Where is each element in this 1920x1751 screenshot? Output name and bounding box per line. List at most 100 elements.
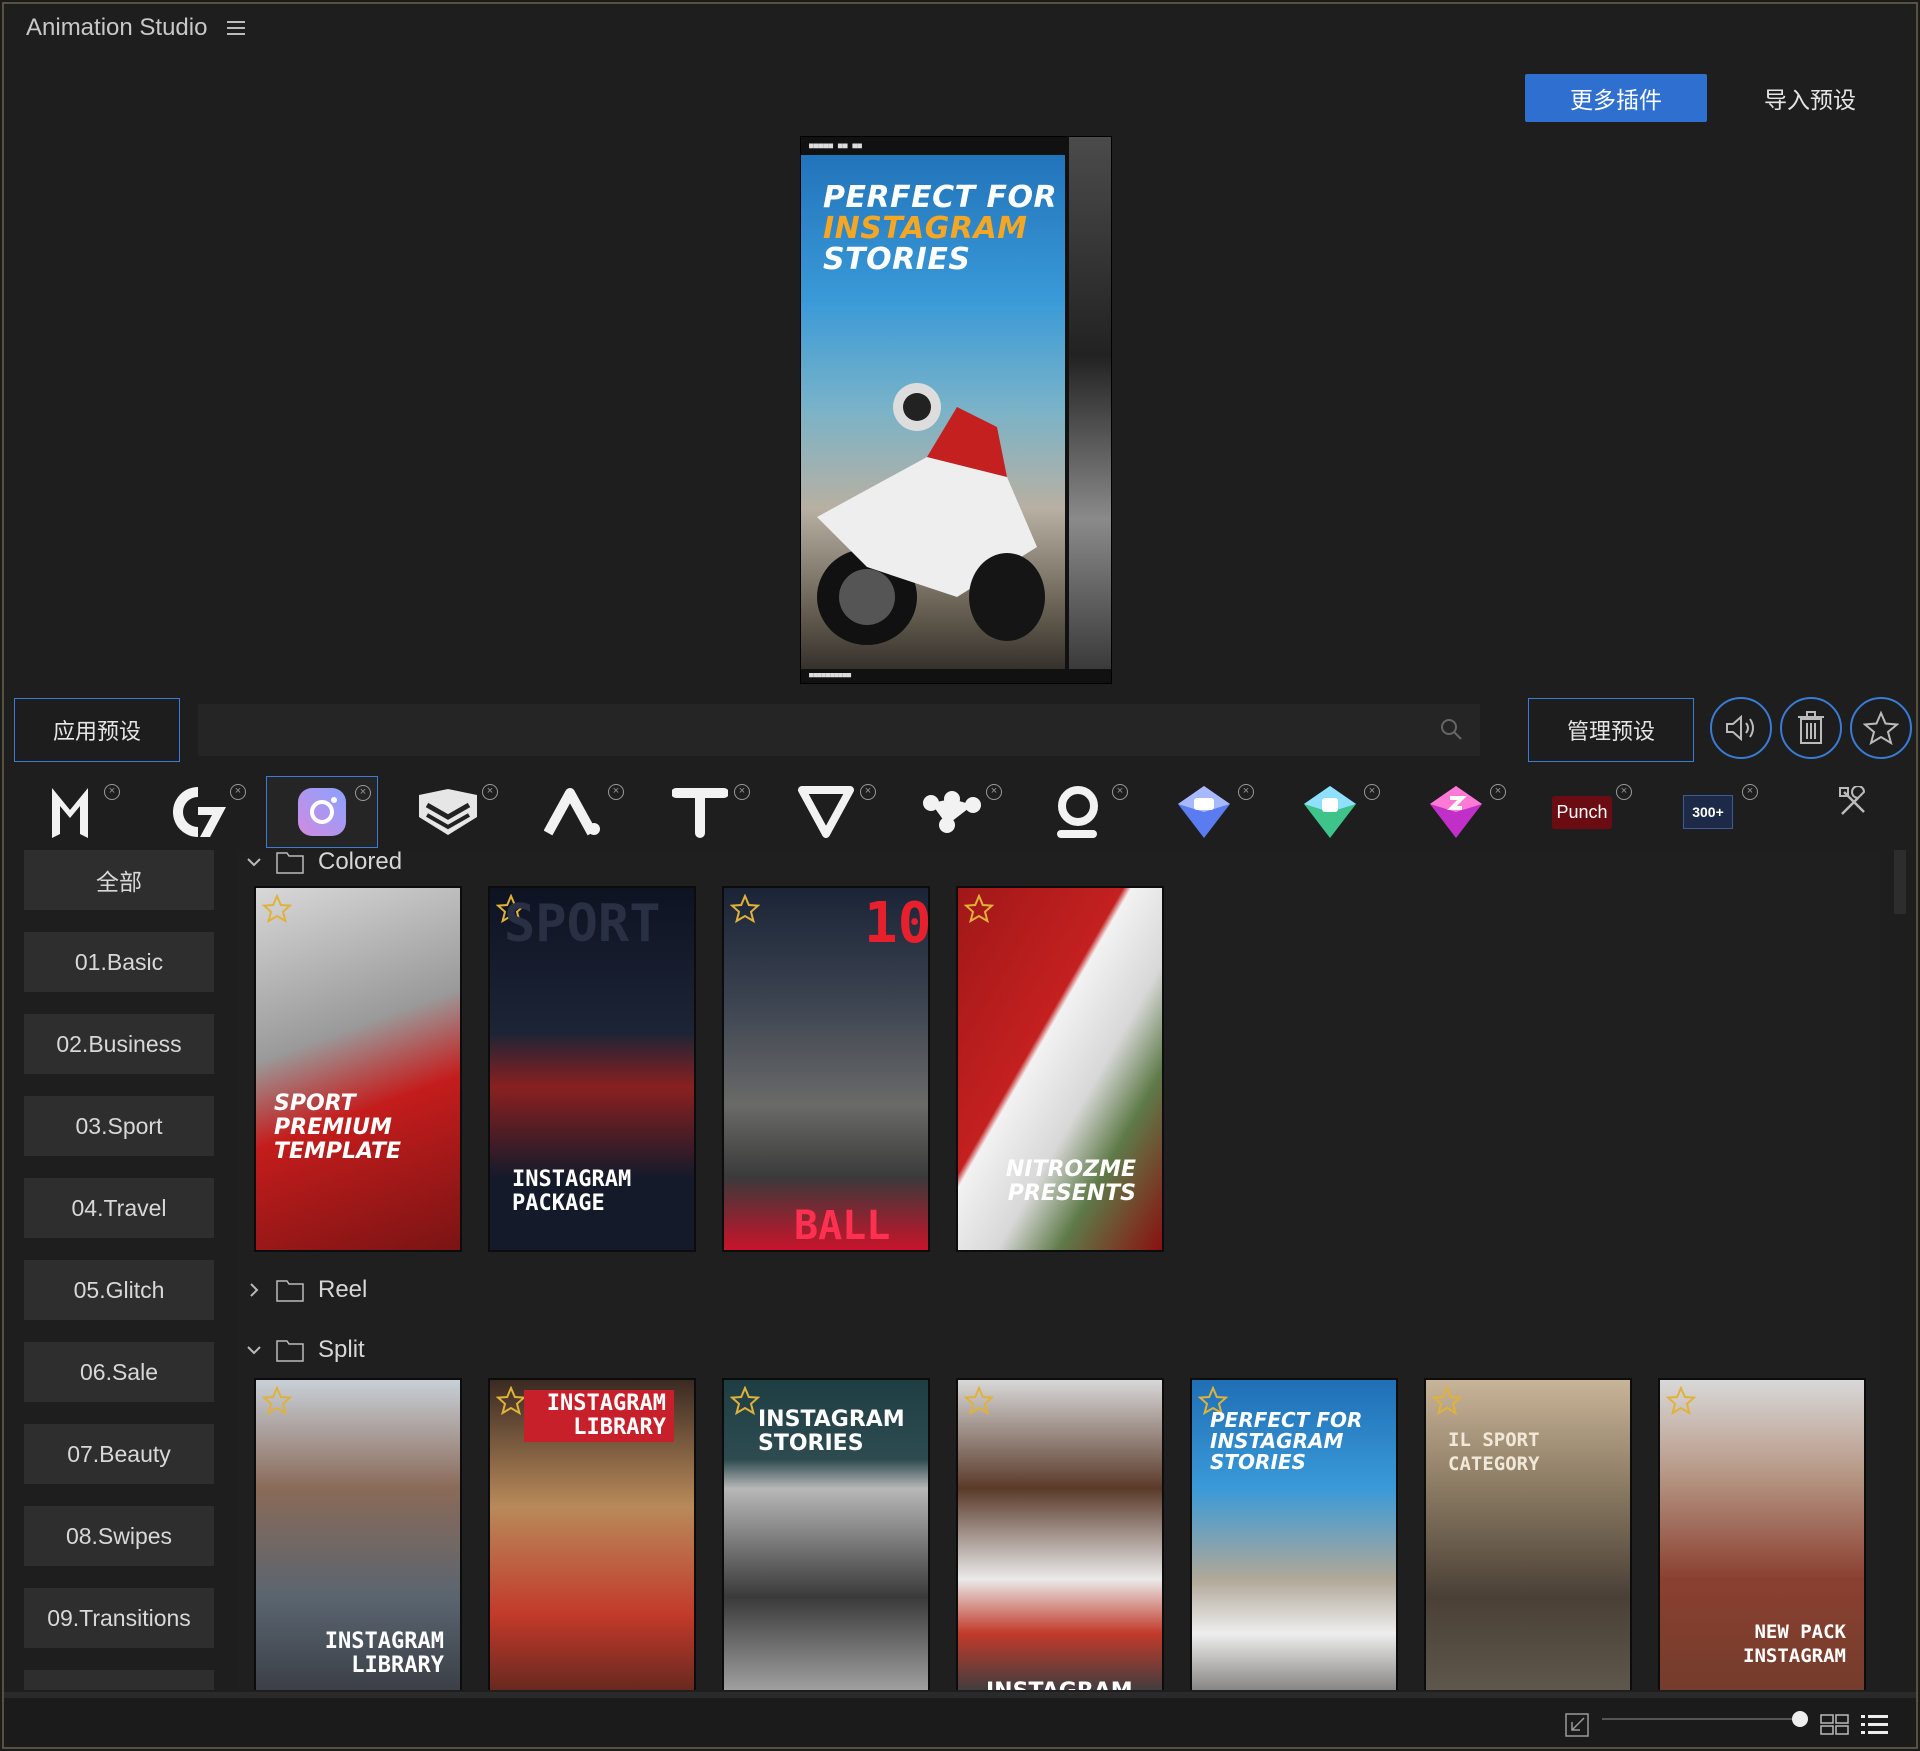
category-sport[interactable]: 03.Sport [24,1096,214,1156]
category-sale[interactable]: 06.Sale [24,1342,214,1402]
folder-reel[interactable]: Reel [246,1270,367,1310]
list-view-icon[interactable] [1860,1712,1890,1736]
thumbnail-caption: INSTAGRAM PACKAGE [512,1167,632,1216]
preset-thumbnail[interactable]: IL SPORT CATEGORY [1424,1378,1632,1690]
remove-plugin-icon[interactable]: × [1616,784,1632,800]
settings-tools-icon[interactable] [1838,786,1870,818]
plugin-green-gem[interactable]: × [1274,776,1386,848]
plugin-300[interactable]: 300+ × [1652,776,1764,848]
category-business[interactable]: 02.Business [24,1014,214,1074]
plugin-t[interactable]: × [644,776,756,848]
thumbnail-caption: BALL [794,1203,891,1249]
category-transitions[interactable]: 09.Transitions [24,1588,214,1648]
star-icon[interactable] [730,1386,760,1416]
preset-thumbnail[interactable]: 10 BALL [722,886,930,1252]
remove-plugin-icon[interactable]: × [104,784,120,800]
delete-button[interactable] [1780,697,1842,759]
star-icon[interactable] [1432,1386,1462,1416]
search-input[interactable] [198,704,1480,756]
preset-thumbnail[interactable]: INSTAGRAMSTORIES [722,1378,930,1690]
remove-plugin-icon[interactable]: × [1238,784,1254,800]
volume-button[interactable] [1710,697,1772,759]
scrollbar-thumb[interactable] [1894,850,1906,914]
thumbnail-caption: INSTAGRAM LIBRARY [324,1629,444,1678]
folder-icon [276,1340,304,1362]
remove-plugin-icon[interactable]: × [734,784,750,800]
plugin-e[interactable]: × [140,776,252,848]
preset-thumbnail[interactable]: PERFECT FOR INSTAGRAM STORIES [1190,1378,1398,1690]
thumbnail-caption: INSTAGRAM LIBRARY [524,1390,674,1442]
plugin-a[interactable]: × [518,776,630,848]
preset-thumbnail[interactable]: NEW PACK INSTAGRAM [1658,1378,1866,1690]
category-swipes[interactable]: 08.Swipes [24,1506,214,1566]
preset-thumbnail[interactable]: INSTAGRAM LIBRARY [488,1378,696,1690]
volume-icon [1726,714,1754,742]
folder-icon [276,852,304,874]
remove-plugin-icon[interactable]: × [230,784,246,800]
search-icon[interactable] [1440,718,1462,740]
category-beauty[interactable]: 07.Beauty [24,1424,214,1484]
preset-thumbnail[interactable]: NITROZME PRESENTS [956,886,1164,1252]
plugin-q[interactable]: × [1022,776,1134,848]
preset-thumbnail[interactable]: INSTAGRAM LIBRARY [254,1378,462,1690]
remove-plugin-icon[interactable]: × [986,784,1002,800]
star-icon[interactable] [730,894,760,924]
remove-plugin-icon[interactable]: × [1742,784,1758,800]
more-plugins-button[interactable]: 更多插件 [1525,74,1707,122]
category-basic[interactable]: 01.Basic [24,932,214,992]
thumbnail-caption: INSTAGRAMSTORIES [986,1680,1133,1691]
plugin-blue-gem[interactable]: × [1148,776,1260,848]
preset-browser: Colored SPORT PREMIUM TEMPLATE SPORT INSTA… [238,850,1880,1690]
category-background[interactable]: 10.Background [24,1670,214,1690]
folder-split[interactable]: Split [246,1330,365,1370]
favorite-button[interactable] [1850,697,1912,759]
thumbnail-size-slider[interactable] [1602,1711,1808,1727]
star-icon[interactable] [1666,1386,1696,1416]
plugin-chevron-badge[interactable]: × [392,776,504,848]
plugin-v[interactable]: × [770,776,882,848]
star-icon[interactable] [262,1386,292,1416]
remove-plugin-icon[interactable]: × [355,785,371,801]
content-scrollbar[interactable] [1894,850,1908,1690]
preview-headline-line3: STORIES [823,242,971,277]
preset-thumbnail[interactable]: SPORT INSTAGRAM PACKAGE [488,886,696,1252]
chevron-right-icon[interactable] [246,1282,262,1298]
folder-colored[interactable]: Colored [246,850,402,882]
blue-gem-logo-icon [1178,786,1230,838]
chevron-down-icon[interactable] [246,1342,262,1358]
remove-plugin-icon[interactable]: × [608,784,624,800]
search-bar [198,704,1480,756]
hamburger-menu-icon[interactable] [227,21,246,35]
category-glitch[interactable]: 05.Glitch [24,1260,214,1320]
remove-plugin-icon[interactable]: × [1490,784,1506,800]
apply-preset-button[interactable]: 应用预设 [14,698,180,762]
punch-logo-label: Punch [1552,795,1612,829]
plugin-pink-gem[interactable]: × [1400,776,1512,848]
remove-plugin-icon[interactable]: × [1364,784,1380,800]
folder-split-label: Split [318,1336,365,1363]
fit-view-icon[interactable] [1564,1712,1590,1738]
preview-bottombar: ■■■■■■■■■■ [801,669,1111,683]
remove-plugin-icon[interactable]: × [860,784,876,800]
grid-view-icon[interactable] [1820,1712,1850,1736]
preset-thumbnail[interactable]: SPORT PREMIUM TEMPLATE [254,886,462,1252]
import-presets-button[interactable]: 导入预设 [1740,74,1880,122]
plugin-m[interactable]: × [14,776,126,848]
motorcycle-image [817,383,1045,645]
manage-presets-button[interactable]: 管理预设 [1528,698,1694,762]
plugin-dots[interactable]: × [896,776,1008,848]
chevron-down-icon[interactable] [246,854,262,870]
star-icon[interactable] [496,1386,526,1416]
green-gem-logo-icon [1304,786,1356,838]
plugin-punch[interactable]: Punch × [1526,776,1638,848]
plugin-instagram[interactable]: × [266,776,378,848]
slider-knob[interactable] [1792,1711,1808,1727]
remove-plugin-icon[interactable]: × [482,784,498,800]
star-icon[interactable] [262,894,292,924]
star-icon[interactable] [964,1386,994,1416]
remove-plugin-icon[interactable]: × [1112,784,1128,800]
category-travel[interactable]: 04.Travel [24,1178,214,1238]
star-icon[interactable] [964,894,994,924]
preset-thumbnail[interactable]: INSTAGRAMSTORIES [956,1378,1164,1690]
category-all[interactable]: 全部 [24,850,214,910]
